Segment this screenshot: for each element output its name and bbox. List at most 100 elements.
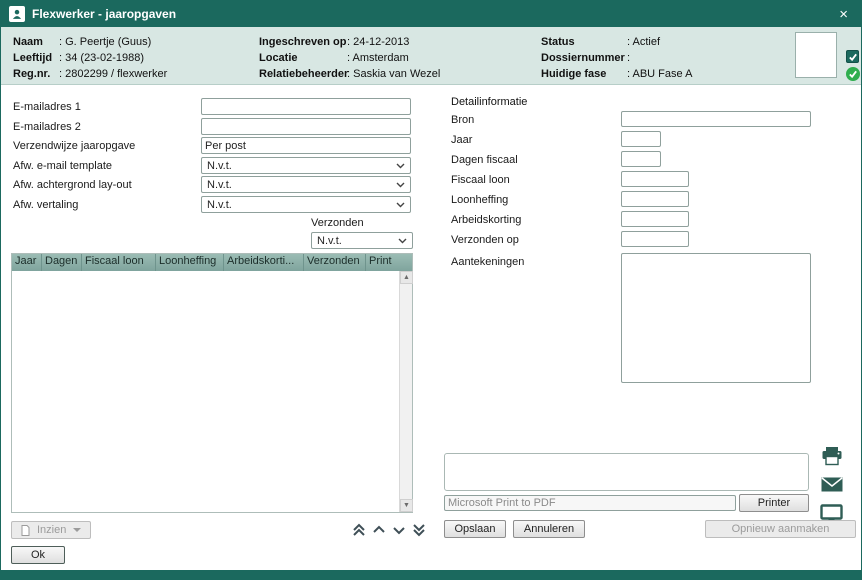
ingeschreven-value: : 24-12-2013 — [347, 36, 409, 48]
naam-value: : G. Peertje (Guus) — [59, 36, 151, 48]
relatiebeheerder-value: : Saskia van Wezel — [347, 68, 440, 80]
bottom-bar — [1, 570, 861, 579]
app-icon — [9, 6, 25, 22]
photo-placeholder — [795, 32, 837, 78]
locatie-value: : Amsterdam — [347, 52, 409, 64]
table-header-jaar: Jaar — [12, 254, 42, 271]
ok-label: Ok — [31, 549, 45, 561]
printer-button-label: Printer — [758, 497, 790, 509]
opslaan-button[interactable]: Opslaan — [444, 520, 506, 538]
verzendwijze-label: Verzendwijze jaaropgave — [13, 140, 135, 152]
scroll-up-icon[interactable]: ▲ — [400, 271, 413, 284]
email1-input[interactable] — [201, 98, 411, 115]
relatiebeheerder-label: Relatiebeheerder — [259, 68, 347, 80]
detail-heading: Detailinformatie — [451, 96, 527, 108]
naam-label: Naam — [13, 36, 59, 48]
afw-email-template-select[interactable]: N.v.t. — [201, 157, 411, 174]
annuleren-button[interactable]: Annuleren — [513, 520, 585, 538]
window-title: Flexwerker - jaaropgaven — [32, 7, 834, 21]
header-column-1: Naam: G. Peertje (Guus) Leeftijd: 34 (23… — [13, 34, 167, 82]
annuleren-label: Annuleren — [524, 523, 574, 535]
printer-icon[interactable] — [821, 446, 843, 471]
table-header-verzonden: Verzonden — [304, 254, 366, 271]
leeftijd-value: : 34 (23-02-1988) — [59, 52, 144, 64]
fiscaal-loon-input[interactable] — [621, 171, 689, 187]
table-header-row: Jaar Dagen Fiscaal loon Loonheffing Arbe… — [12, 254, 412, 271]
afw-vertaling-value: N.v.t. — [207, 199, 232, 211]
bron-label: Bron — [451, 114, 474, 126]
document-icon — [21, 525, 30, 536]
table-header-fiscaal-loon: Fiscaal loon — [82, 254, 156, 271]
verzonden-filter-select[interactable]: N.v.t. — [311, 232, 413, 249]
dagen-fiscaal-input[interactable] — [621, 151, 661, 167]
jaar-input[interactable] — [621, 131, 661, 147]
locatie-label: Locatie — [259, 52, 347, 64]
dagen-fiscaal-label: Dagen fiscaal — [451, 154, 518, 166]
aantekeningen-textarea[interactable] — [621, 253, 811, 383]
move-top-icon[interactable] — [351, 522, 367, 538]
leeftijd-label: Leeftijd — [13, 52, 59, 64]
flexwerker-jaaropgaven-window: Flexwerker - jaaropgaven × Naam: G. Peer… — [0, 0, 862, 580]
opslaan-label: Opslaan — [455, 523, 496, 535]
opnieuw-aanmaken-label: Opnieuw aanmaken — [732, 523, 830, 535]
loonheffing-label: Loonheffing — [451, 194, 508, 206]
move-bottom-icon[interactable] — [411, 522, 427, 538]
inzien-label: Inzien — [37, 524, 66, 536]
huidige-fase-value: : ABU Fase A — [627, 68, 692, 80]
move-up-icon[interactable] — [371, 522, 387, 538]
email1-label: E-mailadres 1 — [13, 101, 81, 113]
afw-vertaling-label: Afw. vertaling — [13, 199, 78, 211]
ok-button[interactable]: Ok — [11, 546, 65, 564]
afw-email-template-value: N.v.t. — [207, 160, 232, 172]
status-value: : Actief — [627, 36, 660, 48]
printer-name-field[interactable] — [444, 495, 736, 511]
chevron-down-icon — [396, 163, 405, 169]
printer-button[interactable]: Printer — [739, 494, 809, 512]
status-label: Status — [541, 36, 627, 48]
verzendwijze-input[interactable] — [201, 137, 411, 154]
jaar-label: Jaar — [451, 134, 472, 146]
table-header-loonheffing: Loonheffing — [156, 254, 224, 271]
arbeidskorting-input[interactable] — [621, 211, 689, 227]
chevron-down-icon — [396, 182, 405, 188]
table-scrollbar[interactable]: ▲ ▼ — [399, 271, 412, 512]
dossiernummer-label: Dossiernummer — [541, 52, 627, 64]
email-icon[interactable] — [821, 477, 843, 497]
table-header-print: Print — [366, 254, 412, 271]
titlebar: Flexwerker - jaaropgaven × — [1, 1, 861, 27]
table-body-empty — [12, 271, 399, 512]
email2-label: E-mailadres 2 — [13, 121, 81, 133]
chevron-down-icon — [73, 528, 81, 532]
afw-achtergrond-value: N.v.t. — [207, 179, 232, 191]
afw-achtergrond-select[interactable]: N.v.t. — [201, 176, 411, 193]
chevron-down-icon — [398, 238, 407, 244]
verzonden-filter-value: N.v.t. — [317, 235, 342, 247]
verzonden-op-input[interactable] — [621, 231, 689, 247]
move-down-icon[interactable] — [391, 522, 407, 538]
scroll-down-icon[interactable]: ▼ — [400, 499, 413, 512]
status-ok-icon — [846, 67, 860, 81]
email2-input[interactable] — [201, 118, 411, 135]
regnr-value: : 2802299 / flexwerker — [59, 68, 167, 80]
ingeschreven-label: Ingeschreven op — [259, 36, 347, 48]
print-message-box — [444, 453, 809, 491]
arbeidskorting-label: Arbeidskorting — [451, 214, 521, 226]
loonheffing-input[interactable] — [621, 191, 689, 207]
jaaropgaven-table: Jaar Dagen Fiscaal loon Loonheffing Arbe… — [11, 253, 413, 513]
header-checkbox[interactable] — [846, 50, 859, 63]
inzien-button[interactable]: Inzien — [11, 521, 91, 539]
close-icon[interactable]: × — [834, 6, 853, 23]
afw-vertaling-select[interactable]: N.v.t. — [201, 196, 411, 213]
bron-input[interactable] — [621, 111, 811, 127]
afw-achtergrond-label: Afw. achtergrond lay-out — [13, 179, 132, 191]
regnr-label: Reg.nr. — [13, 68, 59, 80]
table-header-dagen: Dagen — [42, 254, 82, 271]
fiscaal-loon-label: Fiscaal loon — [451, 174, 510, 186]
row-navigation — [351, 522, 427, 538]
opnieuw-aanmaken-button[interactable]: Opnieuw aanmaken — [705, 520, 856, 538]
aantekeningen-label: Aantekeningen — [451, 256, 524, 268]
afw-email-template-label: Afw. e-mail template — [13, 160, 112, 172]
verzonden-filter-label: Verzonden — [311, 217, 364, 229]
table-header-arbeidskorting: Arbeidskorti... — [224, 254, 304, 271]
dossiernummer-value: : — [627, 52, 630, 64]
